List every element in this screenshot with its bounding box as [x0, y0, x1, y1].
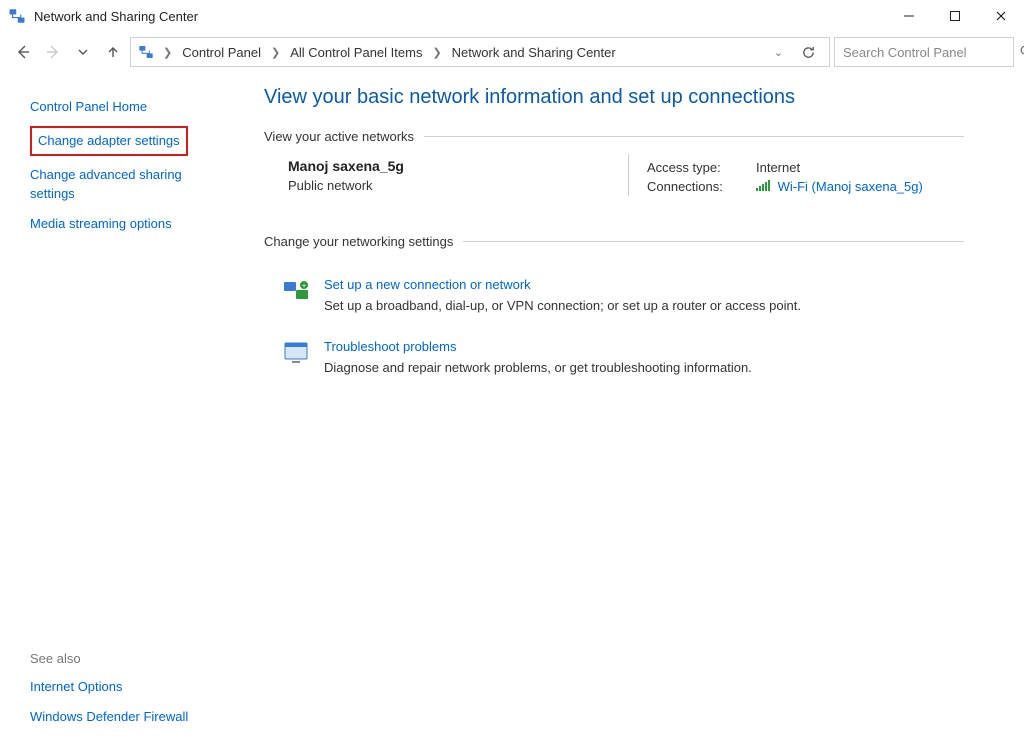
divider: [424, 136, 964, 137]
network-sharing-center-icon: [8, 7, 26, 25]
svg-text:+: +: [302, 283, 306, 290]
refresh-button[interactable]: [793, 37, 823, 67]
breadcrumb-item[interactable]: All Control Panel Items: [288, 45, 424, 60]
section-heading-label: Change your networking settings: [264, 234, 453, 249]
sidebar-link-control-panel-home[interactable]: Control Panel Home: [30, 92, 226, 122]
access-type-value: Internet: [756, 160, 800, 175]
access-type-label: Access type:: [647, 160, 742, 175]
see-also-link-windows-defender-firewall[interactable]: Windows Defender Firewall: [30, 702, 226, 732]
titlebar: Network and Sharing Center: [0, 0, 1024, 32]
connections-row: Connections: Wi-Fi (Manoj saxena_5g): [647, 177, 964, 196]
see-also-block: See also Internet Options Windows Defend…: [30, 645, 226, 732]
vertical-divider: [628, 154, 629, 196]
connections-label: Connections:: [647, 179, 742, 194]
main: Control Panel Home Change adapter settin…: [0, 72, 1024, 748]
see-also-heading: See also: [30, 645, 226, 672]
network-sharing-center-icon: [137, 43, 155, 61]
breadcrumb[interactable]: ❯ Control Panel ❯ All Control Panel Item…: [130, 37, 830, 67]
sidebar: Control Panel Home Change adapter settin…: [0, 72, 240, 748]
breadcrumb-item[interactable]: Network and Sharing Center: [450, 45, 618, 60]
wifi-signal-icon: [756, 179, 770, 194]
settings-row-troubleshoot: Troubleshoot problems Diagnose and repai…: [282, 331, 964, 393]
highlight-box: Change adapter settings: [30, 126, 188, 156]
sidebar-link-media-streaming-options[interactable]: Media streaming options: [30, 209, 226, 239]
settings-row-new-connection: + Set up a new connection or network Set…: [282, 269, 964, 331]
settings-desc-troubleshoot: Diagnose and repair network problems, or…: [324, 360, 752, 375]
up-button[interactable]: [100, 39, 126, 65]
network-name: Manoj saxena_5g: [288, 158, 628, 174]
connection-link-text: Wi-Fi (Manoj saxena_5g): [778, 179, 923, 194]
see-also-link-internet-options[interactable]: Internet Options: [30, 672, 226, 702]
search-input[interactable]: [843, 45, 1019, 60]
section-heading-label: View your active networks: [264, 129, 414, 144]
breadcrumb-item[interactable]: Control Panel: [180, 45, 263, 60]
close-button[interactable]: [978, 0, 1024, 32]
troubleshoot-icon: [282, 339, 310, 367]
page-title: View your basic network information and …: [264, 86, 964, 109]
sidebar-link-change-advanced-sharing-settings[interactable]: Change advanced sharing settings: [30, 160, 226, 208]
settings-link-troubleshoot[interactable]: Troubleshoot problems: [324, 339, 752, 354]
forward-button[interactable]: [40, 39, 66, 65]
maximize-button[interactable]: [932, 0, 978, 32]
network-type: Public network: [288, 178, 628, 193]
active-network-card: Manoj saxena_5g Public network Access ty…: [264, 158, 964, 210]
chevron-right-icon[interactable]: ❯: [428, 46, 445, 59]
connection-link[interactable]: Wi-Fi (Manoj saxena_5g): [756, 179, 923, 194]
new-connection-icon: +: [282, 277, 310, 305]
divider: [463, 241, 964, 242]
search-icon: [1019, 44, 1024, 61]
sidebar-link-change-adapter-settings[interactable]: Change adapter settings: [38, 132, 180, 150]
recent-locations-button[interactable]: [70, 39, 96, 65]
search-box[interactable]: [834, 37, 1014, 67]
section-heading-active-networks: View your active networks: [264, 129, 964, 144]
minimize-button[interactable]: [886, 0, 932, 32]
back-button[interactable]: [10, 39, 36, 65]
settings-desc-new-connection: Set up a broadband, dial-up, or VPN conn…: [324, 298, 801, 313]
chevron-right-icon[interactable]: ❯: [159, 46, 176, 59]
settings-link-new-connection[interactable]: Set up a new connection or network: [324, 277, 801, 292]
window-title: Network and Sharing Center: [34, 9, 198, 24]
content: View your basic network information and …: [240, 72, 1024, 748]
navbar: ❯ Control Panel ❯ All Control Panel Item…: [0, 32, 1024, 72]
section-heading-change-settings: Change your networking settings: [264, 234, 964, 249]
chevron-down-icon[interactable]: ⌄: [774, 46, 783, 59]
settings-list: + Set up a new connection or network Set…: [264, 263, 964, 393]
chevron-right-icon[interactable]: ❯: [267, 46, 284, 59]
access-type-row: Access type: Internet: [647, 158, 964, 177]
